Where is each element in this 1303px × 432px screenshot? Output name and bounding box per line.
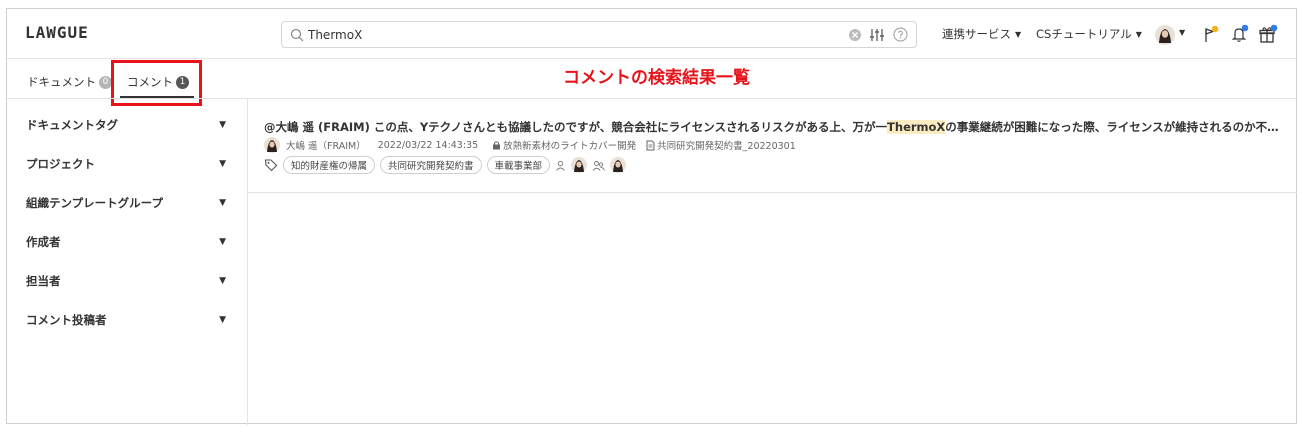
app-logo[interactable]: LAWGUE — [25, 23, 89, 42]
tutorial-menu-label: CSチュートリアル — [1036, 27, 1132, 41]
triangle-down-icon: ▼ — [219, 276, 226, 286]
project-link[interactable]: 放熱新素材のライトカバー開発 — [492, 138, 636, 152]
triangle-down-icon: ▼ — [219, 198, 226, 208]
filter-creator[interactable]: 作成者 ▼ — [26, 232, 226, 252]
filter-sidebar: ドキュメントタグ ▼ プロジェクト ▼ 組織テンプレートグループ ▼ 作成者 ▼… — [7, 99, 248, 425]
document-name: 共同研究開発契約書_20220301 — [657, 141, 796, 152]
integrations-menu[interactable]: 連携サービス ▼ — [942, 26, 1021, 42]
top-header: LAWGUE ThermoX 連携サービス ▼ CSチュートリアル ▼ ▼ — [7, 9, 1296, 59]
annotation-label: コメントの検索結果一覧 — [563, 68, 750, 88]
integrations-menu-label: 連携サービス — [942, 27, 1011, 41]
flag-icon[interactable] — [1203, 25, 1219, 43]
filter-project[interactable]: プロジェクト ▼ — [26, 154, 226, 174]
tag-icon — [264, 159, 278, 172]
triangle-down-icon: ▼ — [219, 120, 226, 130]
comment-author: 大嶋 遥（FRAIM） — [286, 141, 366, 152]
assignee-avatar — [610, 157, 627, 173]
search-box[interactable] — [281, 21, 917, 48]
filter-label: プロジェクト — [26, 157, 95, 171]
document-icon — [646, 140, 655, 150]
filter-label: ドキュメントタグ — [26, 118, 118, 132]
creator-avatar — [571, 157, 588, 173]
project-name: 放熱新素材のライトカバー開発 — [503, 141, 637, 152]
triangle-down-icon: ▼ — [219, 159, 226, 169]
person-icon — [556, 160, 565, 171]
comment-text-part: の事業継続が困難になった際、ライセンスが維持されるのか不透明に... — [945, 120, 1284, 134]
comment-result-item[interactable]: @大嶋 遥 (FRAIM) この点、Yテクノさんとも協議したのですが、競合会社に… — [248, 99, 1297, 193]
document-link[interactable]: 共同研究開発契約書_20220301 — [646, 138, 796, 152]
filter-label: 作成者 — [26, 235, 61, 249]
app-window: LAWGUE ThermoX 連携サービス ▼ CSチュートリアル ▼ ▼ ドキ… — [6, 8, 1297, 425]
help-icon[interactable] — [893, 27, 908, 42]
triangle-down-icon: ▼ — [219, 237, 226, 247]
filter-label: コメント投稿者 — [26, 313, 107, 327]
user-avatar[interactable] — [1155, 25, 1175, 45]
caret-down-icon: ▼ — [1015, 29, 1022, 39]
filter-document-tag[interactable]: ドキュメントタグ ▼ — [26, 115, 226, 135]
comment-text-part: @大嶋 遥 (FRAIM) この点、Yテクノさんとも協議したのですが、競合会社に… — [264, 120, 888, 134]
tab-documents[interactable]: ドキュメント 0 — [27, 74, 112, 90]
tab-documents-label: ドキュメント — [27, 75, 96, 89]
comment-datetime: 2022/03/22 14:43:35 — [377, 139, 479, 151]
tag-chip[interactable]: 車載事業部 — [486, 156, 551, 174]
tutorial-menu[interactable]: CSチュートリアル ▼ — [1036, 26, 1142, 42]
user-menu-caret-icon[interactable]: ▼ — [1179, 28, 1185, 37]
tag-chip[interactable]: 共同研究開発契約書 — [380, 156, 482, 174]
search-input[interactable] — [308, 25, 828, 44]
triangle-down-icon: ▼ — [219, 315, 226, 325]
filter-label: 担当者 — [26, 274, 61, 288]
clear-search-icon[interactable] — [848, 28, 862, 42]
caret-down-icon: ▼ — [1135, 29, 1142, 39]
group-icon — [592, 160, 605, 171]
tag-chip[interactable]: 知的財産権の帰属 — [283, 156, 376, 174]
filter-label: 組織テンプレートグループ — [26, 196, 163, 210]
bell-icon[interactable] — [1231, 24, 1249, 43]
gift-icon[interactable] — [1258, 24, 1278, 44]
search-term-highlight: ThermoX — [887, 120, 946, 134]
tag-row: 知的財産権の帰属 共同研究開発契約書 車載事業部 — [264, 156, 627, 174]
author-avatar — [264, 137, 280, 153]
search-icon — [290, 28, 304, 42]
comment-meta: 大嶋 遥（FRAIM） 2022/03/22 14:43:35 放熱新素材のライ… — [264, 137, 796, 153]
filter-comment-author[interactable]: コメント投稿者 ▼ — [26, 310, 226, 330]
comment-text[interactable]: @大嶋 遥 (FRAIM) この点、Yテクノさんとも協議したのですが、競合会社に… — [264, 119, 1284, 135]
filter-settings-icon[interactable] — [869, 27, 885, 43]
filter-assignee[interactable]: 担当者 ▼ — [26, 271, 226, 291]
lock-icon — [493, 141, 501, 150]
filter-template-group[interactable]: 組織テンプレートグループ ▼ — [26, 193, 226, 213]
